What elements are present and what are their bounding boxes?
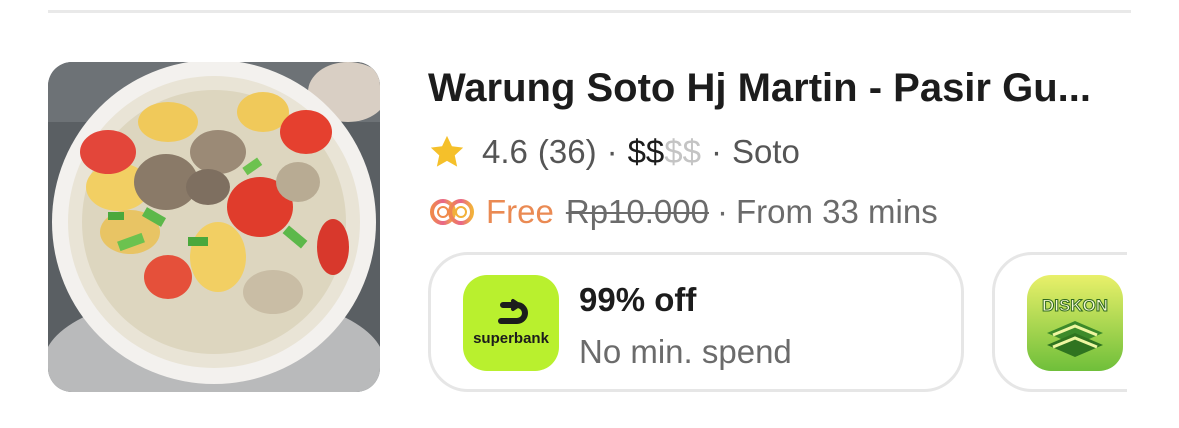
delivery-row: Free Rp10.000 · From 33 mins	[428, 190, 938, 234]
superbank-logo-text: superbank	[473, 330, 550, 347]
restaurant-thumbnail[interactable]	[48, 62, 380, 392]
list-divider	[48, 10, 1131, 13]
meta-separator: ·	[606, 133, 618, 170]
superbank-logo: superbank	[463, 275, 559, 371]
diskon-logo: DISKON	[1027, 275, 1123, 371]
restaurant-list-page: Warung Soto Hj Martin - Pasir Gu... 4.6 …	[0, 0, 1179, 428]
review-count: (36)	[537, 133, 597, 170]
promo-subtitle: No min. spend	[579, 333, 792, 370]
restaurant-name[interactable]: Warung Soto Hj Martin - Pasir Gu...	[428, 66, 1128, 111]
meta-separator: ·	[711, 133, 722, 170]
restaurant-card[interactable]: Warung Soto Hj Martin - Pasir Gu... 4.6 …	[48, 62, 1179, 392]
cuisine-label: Soto	[732, 133, 800, 170]
infinity-loop-icon	[430, 199, 474, 225]
scroll-clip	[1127, 240, 1179, 400]
promo-title: 99% off	[579, 281, 697, 318]
diskon-logo-text: DISKON	[1042, 296, 1108, 315]
promo-card-superbank[interactable]: superbank 99% off No min. spend	[428, 252, 964, 392]
delivery-fee-original: Rp10.000	[565, 193, 709, 230]
delivery-fee-free: Free	[486, 193, 554, 230]
delivery-eta: From 33 mins	[735, 193, 938, 230]
star-icon	[430, 135, 464, 167]
restaurant-meta-row: 4.6 (36) · $$ $$ · Soto	[428, 130, 800, 174]
restaurant-info: Warung Soto Hj Martin - Pasir Gu... 4.6 …	[428, 62, 1179, 392]
price-level-inactive: $$	[664, 133, 701, 170]
price-level-active: $$	[627, 133, 665, 170]
rating-value: 4.6	[482, 133, 528, 170]
soto-dish-image	[48, 62, 380, 392]
meta-separator: ·	[716, 193, 728, 230]
